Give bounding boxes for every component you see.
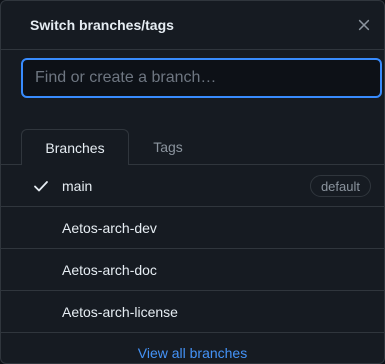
tab-branches-label: Branches bbox=[45, 139, 105, 156]
tab-tags[interactable]: Tags bbox=[129, 129, 207, 164]
branch-item-aetos-arch-license[interactable]: Aetos-arch-license bbox=[1, 291, 384, 333]
branch-switcher-panel: Switch branches/tags Branches Tags main … bbox=[0, 0, 385, 364]
panel-title: Switch branches/tags bbox=[30, 17, 174, 33]
default-badge: default bbox=[309, 175, 371, 197]
check-icon bbox=[1, 178, 62, 194]
branch-label: Aetos-arch-license bbox=[62, 303, 178, 320]
search-wrapper bbox=[1, 50, 384, 98]
tab-branches[interactable]: Branches bbox=[21, 129, 129, 165]
close-button[interactable] bbox=[352, 13, 376, 37]
branch-label: Aetos-arch-doc bbox=[62, 261, 157, 278]
branch-item-main[interactable]: main default bbox=[1, 165, 384, 207]
branch-item-aetos-arch-doc[interactable]: Aetos-arch-doc bbox=[1, 249, 384, 291]
branch-search-input[interactable] bbox=[21, 58, 382, 98]
tab-bar: Branches Tags bbox=[1, 129, 384, 165]
branch-list: main default Aetos-arch-dev Aetos-arch-d… bbox=[1, 165, 384, 333]
panel-header: Switch branches/tags bbox=[1, 1, 384, 50]
branch-label: Aetos-arch-dev bbox=[62, 219, 157, 236]
panel-footer: View all branches bbox=[1, 333, 384, 363]
branch-item-aetos-arch-dev[interactable]: Aetos-arch-dev bbox=[1, 207, 384, 249]
close-icon bbox=[358, 19, 370, 31]
branch-label: main bbox=[62, 177, 93, 194]
tab-tags-label: Tags bbox=[153, 138, 183, 155]
view-all-branches-link[interactable]: View all branches bbox=[138, 345, 247, 361]
